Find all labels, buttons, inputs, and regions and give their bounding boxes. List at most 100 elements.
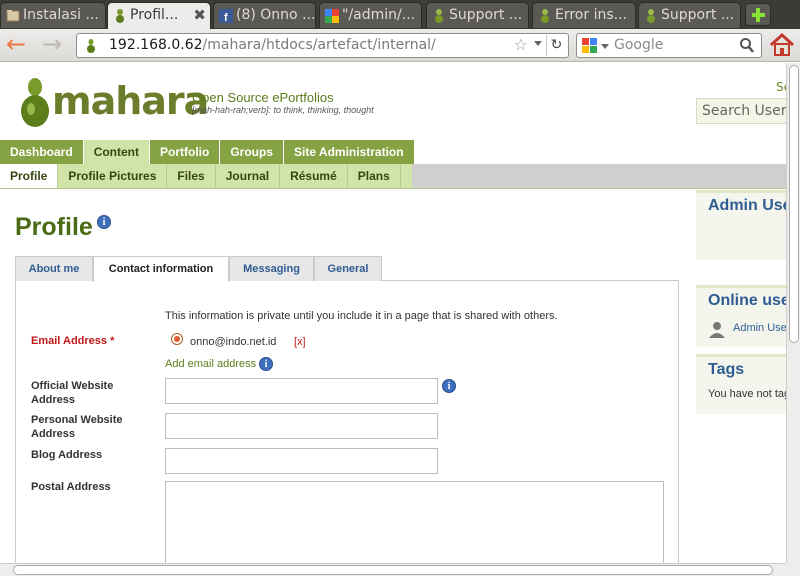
page-title: Profile: [15, 213, 93, 241]
personal-website-label-line2: Address: [31, 428, 76, 440]
nav-groups[interactable]: Groups: [220, 140, 285, 164]
tags-empty-text: You have not tagged anything: [708, 388, 786, 400]
facebook-icon: f: [219, 9, 233, 23]
scrollbar-corner: [786, 563, 800, 576]
vertical-scroll-thumb[interactable]: [789, 65, 799, 343]
personal-website-label-line1: Personal Website: [31, 414, 123, 426]
back-arrow-icon[interactable]: ←: [6, 32, 26, 57]
user-avatar-icon: [709, 322, 725, 338]
sidebar-tags: Tags: [696, 354, 786, 414]
sidebar-online-title: Online users: [708, 292, 786, 309]
nav-site-administration[interactable]: Site Administration: [284, 140, 415, 164]
subnav-profile[interactable]: Profile: [0, 164, 59, 188]
subnav-journal[interactable]: Journal: [216, 164, 281, 188]
browser-navigation-bar: ← → 192.168.0.62/mahara/htdocs/artefact/…: [0, 29, 800, 62]
new-tab-button[interactable]: [745, 3, 771, 26]
logo-text: mahara: [52, 79, 209, 123]
reload-icon[interactable]: ↻: [546, 35, 566, 56]
browser-tab-label: Profil...: [130, 7, 179, 23]
subnav-files[interactable]: Files: [167, 164, 216, 188]
mahara-favicon-icon: [647, 9, 655, 23]
subnav-profile-pictures[interactable]: Profile Pictures: [58, 164, 168, 188]
url-dropdown-icon[interactable]: [534, 41, 542, 46]
blog-address-input[interactable]: [165, 448, 438, 474]
add-email-link[interactable]: Add email address: [165, 358, 256, 370]
svg-text:f: f: [224, 12, 228, 23]
sidebar-admin-users: Admin Users: [696, 190, 786, 260]
official-website-label-line2: Address: [31, 394, 76, 406]
email-label: Email Address *: [31, 335, 115, 347]
browser-tab-label: Error ins...: [555, 7, 627, 23]
sub-navigation: Profile Profile Pictures Files Journal R…: [0, 164, 786, 189]
browser-tab-active[interactable]: Profil... ✖: [107, 2, 211, 29]
browser-tab-strip: Instalasi ... Profil... ✖ f (8) Onno ...…: [0, 0, 800, 29]
google-search-engine-icon: [582, 38, 597, 53]
mahara-favicon-icon: [116, 9, 124, 23]
nav-dashboard[interactable]: Dashboard: [0, 140, 84, 164]
forward-arrow-icon[interactable]: →: [42, 32, 62, 57]
official-website-input[interactable]: [165, 378, 438, 404]
online-user-link[interactable]: Admin User: [733, 322, 786, 334]
subnav-resume[interactable]: Résumé: [280, 164, 348, 188]
search-users-input[interactable]: Search Users: [696, 98, 786, 124]
postal-address-label: Postal Address: [31, 481, 111, 493]
horizontal-scrollbar[interactable]: [0, 563, 786, 576]
browser-tab[interactable]: Error ins...: [532, 2, 636, 28]
home-icon[interactable]: [768, 32, 796, 58]
close-tab-icon[interactable]: ✖: [193, 3, 206, 28]
mahara-logo-icon: [21, 78, 49, 127]
page-viewport: mahara Open Source ePortfolios [mah-hah-…: [0, 63, 786, 563]
subnav-filler: [412, 164, 786, 188]
delete-email-link[interactable]: [x]: [294, 336, 306, 348]
main-navigation: Dashboard Content Portfolio Groups Site …: [0, 140, 415, 164]
info-icon[interactable]: i: [442, 379, 456, 393]
vertical-scrollbar[interactable]: [786, 63, 800, 563]
browser-tab[interactable]: "/admin/...: [319, 2, 422, 28]
mahara-logo[interactable]: mahara: [18, 77, 209, 129]
info-icon[interactable]: i: [259, 357, 273, 371]
mahara-favicon-icon: [541, 9, 549, 23]
header-link[interactable]: Se: [776, 80, 786, 94]
mahara-favicon-icon: [435, 9, 443, 23]
profile-tabs: About me Contact information Messaging G…: [15, 256, 679, 282]
email-value: onno@indo.net.id: [190, 336, 277, 348]
url-text: 192.168.0.62/mahara/htdocs/artefact/inte…: [109, 37, 436, 53]
site-tagline: Open Source ePortfolios: [192, 90, 334, 105]
personal-website-label: Personal Website Address: [31, 413, 123, 441]
url-path: /mahara/htdocs/artefact/internal/: [202, 37, 436, 53]
info-icon[interactable]: i: [97, 215, 111, 229]
tab-about-me[interactable]: About me: [15, 256, 93, 281]
personal-website-input[interactable]: [165, 413, 438, 439]
subnav-plans[interactable]: Plans: [348, 164, 401, 188]
privacy-notice: This information is private until you in…: [165, 310, 558, 322]
browser-tab[interactable]: Instalasi ...: [0, 2, 106, 28]
browser-tab-label: Support ...: [449, 7, 523, 23]
search-icon[interactable]: [739, 37, 755, 54]
search-engine-dropdown-icon[interactable]: [601, 44, 609, 49]
blog-address-label: Blog Address: [31, 449, 103, 461]
browser-tab[interactable]: Support ...: [426, 2, 529, 28]
tab-contact-information[interactable]: Contact information: [93, 256, 229, 282]
nav-content[interactable]: Content: [83, 140, 151, 164]
browser-search-box[interactable]: Google: [576, 33, 762, 58]
horizontal-scroll-thumb[interactable]: [13, 565, 773, 575]
browser-tab-label: Support ...: [661, 7, 735, 23]
tab-general[interactable]: General: [314, 256, 382, 281]
search-placeholder: Google: [614, 37, 664, 53]
browser-tab-label: (8) Onno ...: [236, 7, 316, 23]
browser-tab[interactable]: Support ...: [638, 2, 741, 28]
address-bar[interactable]: 192.168.0.62/mahara/htdocs/artefact/inte…: [76, 33, 569, 58]
postal-address-textarea[interactable]: [165, 481, 664, 563]
email-primary-radio[interactable]: [171, 333, 183, 345]
official-website-label: Official Website Address: [31, 379, 113, 407]
browser-tab[interactable]: f (8) Onno ...: [213, 2, 316, 28]
site-favicon-icon: [87, 39, 95, 53]
tab-messaging[interactable]: Messaging: [229, 256, 314, 281]
bookmark-star-icon[interactable]: ☆: [514, 35, 528, 54]
folder-icon: [6, 10, 20, 22]
nav-portfolio[interactable]: Portfolio: [150, 140, 221, 164]
url-host: 192.168.0.62: [109, 37, 203, 53]
official-website-label-line1: Official Website: [31, 380, 114, 392]
browser-tab-label: Instalasi ...: [23, 7, 99, 23]
site-pronunciation: [mah-hah-rah;verb]: to think, thinking, …: [192, 105, 374, 115]
